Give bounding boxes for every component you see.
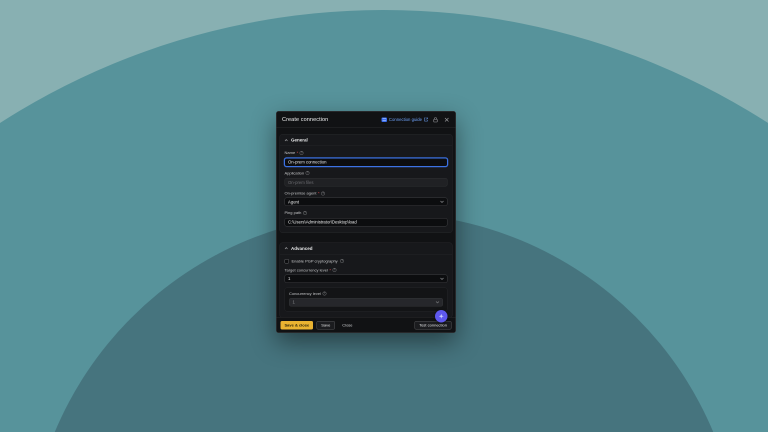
assistant-fab[interactable] [435, 310, 448, 323]
header-actions: Connection guide [381, 116, 450, 123]
connection-guide-label: Connection guide [389, 117, 422, 122]
application-input [285, 178, 448, 187]
modal-body: General Name * ? Application [277, 128, 456, 317]
page-title: Create connection [282, 117, 328, 123]
modal-footer: Save & close Save Close Test connection [277, 317, 456, 333]
concurrency-field: Concurrency level ? 1 [289, 291, 443, 306]
name-label-row: Name * ? [285, 151, 448, 156]
name-input[interactable] [285, 158, 448, 167]
collapse-caret-icon [285, 139, 289, 142]
info-icon[interactable]: ? [303, 211, 307, 215]
modal-window: Create connection Connection guide [276, 111, 456, 333]
general-section-body: Name * ? Application ? [280, 146, 452, 232]
save-and-close-button[interactable]: Save & close [281, 321, 314, 330]
application-field: Application ? [285, 171, 448, 187]
concurrency-subpanel: Concurrency level ? 1 [285, 287, 448, 311]
agent-label: On-premise agent [285, 191, 317, 196]
pgp-checkbox[interactable] [285, 259, 290, 264]
agent-select-value: Agent [288, 199, 299, 204]
test-connection-button[interactable]: Test connection [415, 321, 452, 330]
agent-label-row: On-premise agent * ? [285, 191, 448, 196]
pgp-label: Enable PGP cryptography [292, 259, 338, 264]
concurrency-select: 1 [289, 298, 443, 307]
ping-path-field: Ping path ? [285, 211, 448, 227]
info-icon[interactable]: ? [321, 191, 325, 195]
target-concurrency-select[interactable]: 1 [285, 274, 448, 283]
info-icon[interactable]: ? [306, 171, 310, 175]
chevron-down-icon [440, 277, 444, 280]
advanced-section-title: Advanced [291, 246, 313, 251]
info-icon[interactable]: ? [300, 151, 304, 155]
general-section-title: General [291, 138, 308, 143]
info-icon[interactable]: ? [340, 259, 344, 263]
ping-path-label-row: Ping path ? [285, 211, 448, 216]
name-label: Name [285, 151, 296, 156]
required-asterisk: * [297, 151, 299, 156]
modal-header: Create connection Connection guide [277, 112, 456, 129]
agent-select[interactable]: Agent [285, 198, 448, 207]
close-button[interactable]: Close [338, 321, 356, 330]
application-label: Application [285, 171, 305, 176]
advanced-section-body: Enable PGP cryptography ? Target concurr… [280, 254, 452, 317]
lock-icon[interactable] [432, 116, 439, 123]
ping-path-input[interactable] [285, 218, 448, 227]
create-connection-dialog: Create connection Connection guide [276, 111, 456, 333]
required-asterisk: * [329, 268, 331, 273]
advanced-section-header[interactable]: Advanced [280, 243, 452, 255]
concurrency-label: Concurrency level [289, 291, 321, 296]
name-field: Name * ? [285, 151, 448, 167]
general-section: General Name * ? Application [280, 134, 453, 233]
save-button[interactable]: Save [317, 321, 335, 330]
close-icon[interactable] [443, 116, 450, 123]
required-asterisk: * [318, 191, 320, 196]
sparkle-icon [439, 314, 445, 320]
guide-book-icon [381, 117, 387, 122]
concurrency-value: 1 [293, 300, 295, 305]
target-concurrency-label: Target concurrency level [285, 268, 328, 273]
ping-path-label: Ping path [285, 211, 302, 216]
application-label-row: Application ? [285, 171, 448, 176]
info-icon[interactable]: ? [323, 292, 327, 296]
target-concurrency-field: Target concurrency level * ? 1 [285, 268, 448, 283]
target-concurrency-label-row: Target concurrency level * ? [285, 268, 448, 273]
target-concurrency-value: 1 [288, 276, 290, 281]
external-link-icon [424, 118, 428, 122]
connection-guide-link[interactable]: Connection guide [381, 117, 428, 122]
pgp-field: Enable PGP cryptography ? [285, 259, 448, 264]
concurrency-label-row: Concurrency level ? [289, 291, 443, 296]
chevron-down-icon [436, 301, 440, 304]
agent-field: On-premise agent * ? Agent [285, 191, 448, 206]
info-icon[interactable]: ? [332, 268, 336, 272]
collapse-caret-icon [285, 247, 289, 250]
general-section-header[interactable]: General [280, 135, 452, 147]
chevron-down-icon [440, 201, 444, 204]
advanced-section: Advanced Enable PGP cryptography ? Targe… [280, 242, 453, 317]
